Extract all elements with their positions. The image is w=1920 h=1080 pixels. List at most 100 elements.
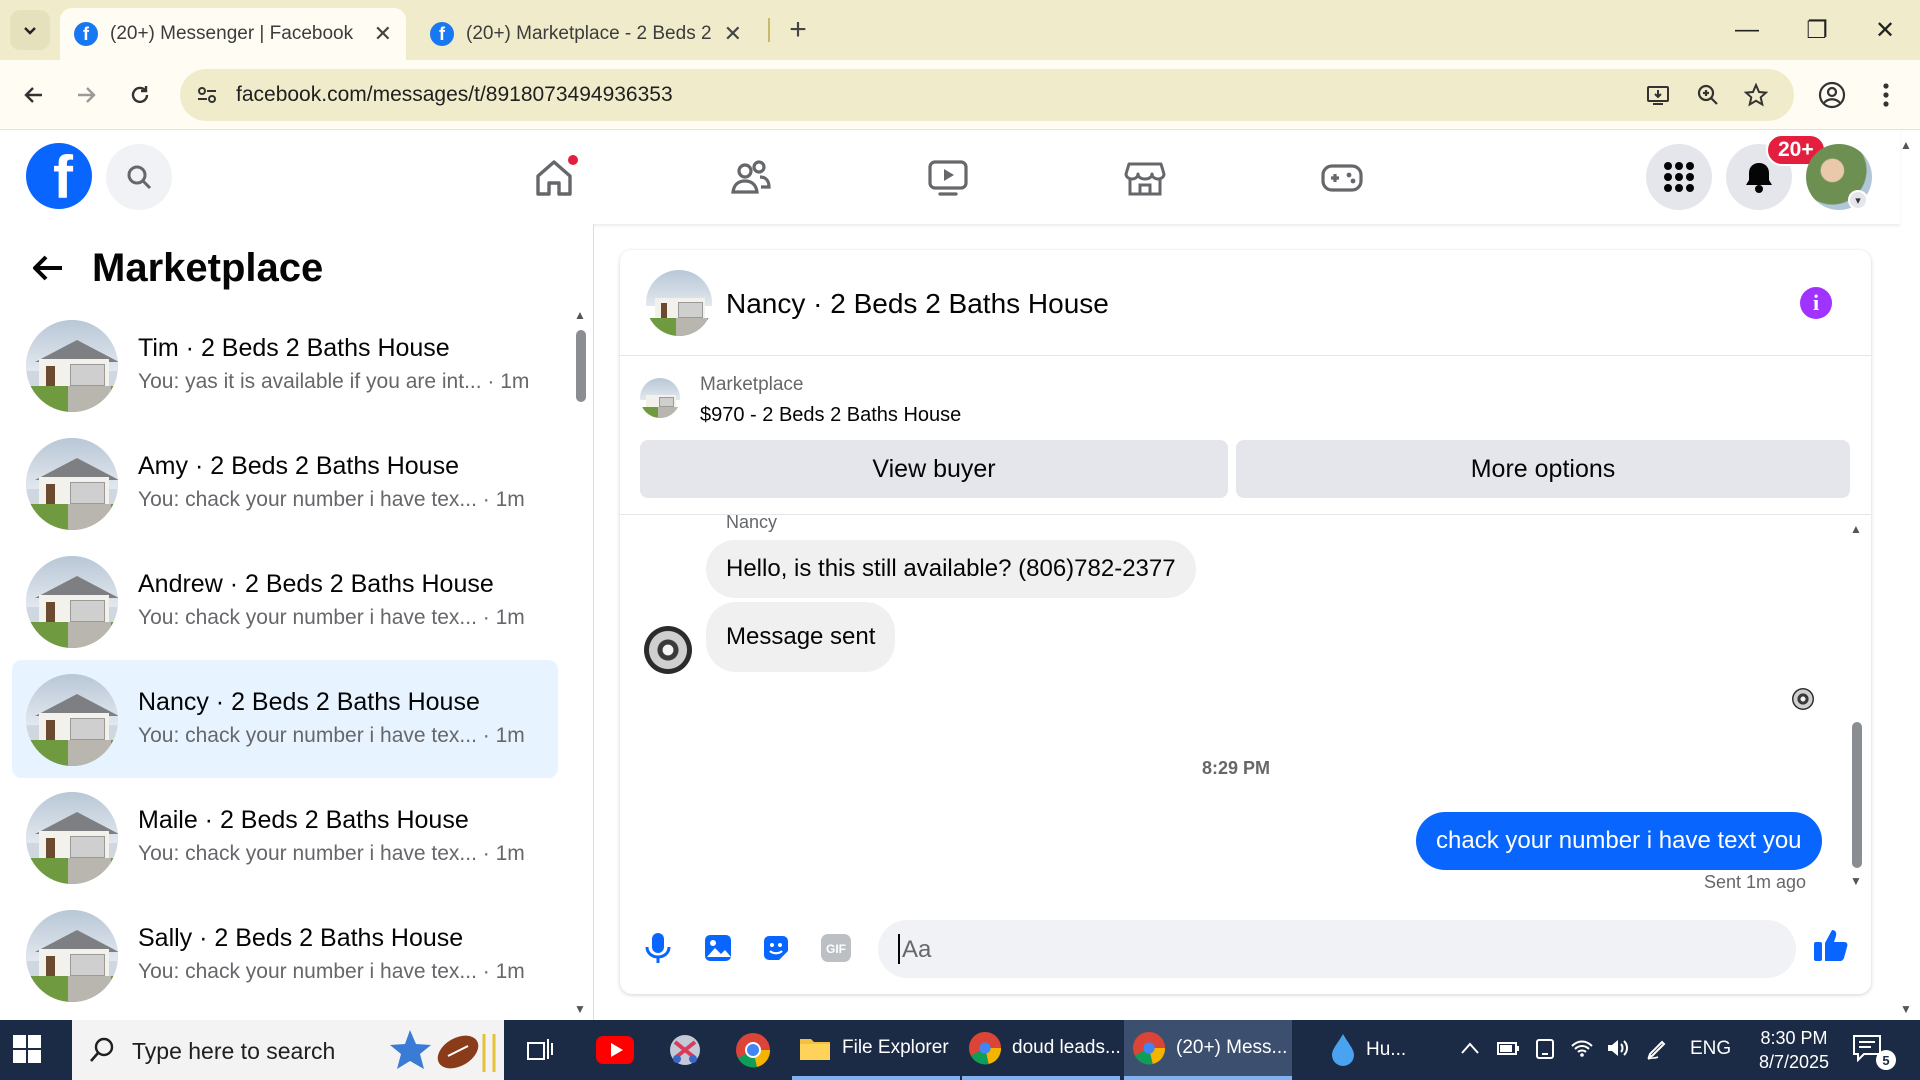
- sender-avatar[interactable]: [644, 626, 692, 674]
- incoming-message[interactable]: Message sent: [706, 602, 896, 672]
- new-tab-button[interactable]: +: [780, 12, 816, 48]
- outgoing-message[interactable]: chack your number i have text you: [1416, 812, 1822, 870]
- text-caret: [898, 934, 900, 964]
- conversation-item[interactable]: Andrew · 2 Beds 2 Baths House You: chack …: [12, 542, 558, 660]
- show-hidden-icons-chevron-up-icon[interactable]: [1460, 1038, 1480, 1061]
- language-indicator[interactable]: ENG: [1690, 1038, 1731, 1060]
- message-sender-name: Nancy: [726, 512, 778, 532]
- conversation-preview: You: chack your number i have tex... · 1…: [138, 842, 548, 866]
- taskbar-clock[interactable]: 8:30 PM 8/7/2025: [1748, 1026, 1840, 1074]
- nav-friends[interactable]: [725, 152, 777, 204]
- listing-thumbnail: [26, 792, 118, 884]
- incoming-message[interactable]: Hello, is this still available? (806)782…: [706, 540, 1196, 598]
- panel-title: Marketplace: [92, 246, 324, 290]
- sticker-button[interactable]: [754, 926, 798, 970]
- info-icon[interactable]: i: [1800, 287, 1832, 319]
- volume-icon[interactable]: [1606, 1038, 1630, 1064]
- taskbar-chrome[interactable]: [728, 1020, 778, 1080]
- scroll-down-arrow-icon[interactable]: ▼: [1850, 874, 1862, 888]
- url-text[interactable]: facebook.com/messages/t/8918073494936353: [236, 83, 673, 107]
- voice-clip-button[interactable]: [636, 926, 680, 970]
- taskbar-weather[interactable]: Hu...: [1330, 1020, 1430, 1080]
- taskbar-chrome-window[interactable]: doud leads...: [962, 1020, 1121, 1080]
- tab-messenger[interactable]: f (20+) Messenger | Facebook ✕: [60, 8, 406, 60]
- scrollbar-thumb[interactable]: [1852, 722, 1862, 868]
- tab-search-button[interactable]: [10, 10, 50, 50]
- scroll-down-arrow-icon[interactable]: ▼: [574, 1002, 586, 1016]
- send-like-button[interactable]: [1812, 926, 1850, 969]
- minimize-button[interactable]: —: [1724, 10, 1770, 50]
- conversation-item[interactable]: Maile · 2 Beds 2 Baths House You: chack y…: [12, 778, 558, 896]
- chrome-icon: [1132, 1031, 1166, 1065]
- listing-thumbnail: [26, 910, 118, 1002]
- view-buyer-button[interactable]: View buyer: [640, 440, 1228, 498]
- facebook-logo[interactable]: f: [26, 143, 92, 209]
- wifi-icon[interactable]: [1570, 1038, 1594, 1064]
- conversation-item[interactable]: Nancy · 2 Beds 2 Baths House You: chack y…: [12, 660, 558, 778]
- taskbar-chrome-messenger[interactable]: (20+) Mess...: [1124, 1020, 1292, 1080]
- youtube-icon: [596, 1036, 634, 1064]
- pen-icon[interactable]: [1646, 1038, 1668, 1066]
- tab-close-icon[interactable]: ✕: [724, 21, 742, 47]
- scrollbar-thumb[interactable]: [576, 330, 586, 402]
- page-scroll-down-arrow-icon[interactable]: ▼: [1900, 1002, 1912, 1016]
- site-settings-icon[interactable]: [194, 82, 220, 108]
- back-button[interactable]: [14, 75, 54, 115]
- nav-gaming[interactable]: [1316, 152, 1368, 204]
- more-options-button[interactable]: More options: [1236, 440, 1850, 498]
- scroll-up-arrow-icon[interactable]: ▲: [1850, 522, 1862, 536]
- scroll-up-arrow-icon[interactable]: ▲: [574, 308, 586, 322]
- listing-thumbnail-small[interactable]: [640, 378, 680, 418]
- task-view-icon: [527, 1039, 553, 1060]
- profile-icon[interactable]: [1812, 75, 1852, 115]
- reload-button[interactable]: [120, 75, 160, 115]
- menu-grid-button[interactable]: [1646, 144, 1712, 210]
- conversation-item[interactable]: Sally · 2 Beds 2 Baths House You: chack y…: [12, 896, 558, 1014]
- conversation-item[interactable]: Amy · 2 Beds 2 Baths House You: chack you…: [12, 424, 558, 542]
- conversation-item[interactable]: Tim · 2 Beds 2 Baths House You: yas it is…: [12, 306, 558, 424]
- tab-close-icon[interactable]: ✕: [374, 21, 392, 47]
- chevron-down-icon[interactable]: ▾: [1848, 190, 1868, 210]
- close-window-button[interactable]: ✕: [1862, 10, 1908, 50]
- listing-thumbnail[interactable]: [646, 270, 712, 336]
- page-scroll-up-arrow-icon[interactable]: ▲: [1900, 138, 1912, 152]
- divider: [620, 514, 1871, 515]
- battery-icon[interactable]: [1496, 1038, 1520, 1064]
- sticker-icon: [764, 936, 788, 960]
- gif-button[interactable]: GIF: [814, 926, 858, 970]
- tab-marketplace[interactable]: f (20+) Marketplace - 2 Beds 2 Ba ✕: [416, 8, 756, 60]
- chat-title[interactable]: Nancy · 2 Beds 2 Baths House: [726, 288, 1109, 320]
- restore-button[interactable]: ❐: [1794, 10, 1840, 50]
- preview-text: You: yas it is available if you are int.…: [138, 370, 482, 393]
- conversation-preview: You: chack your number i have tex... · 1…: [138, 488, 548, 512]
- address-bar[interactable]: facebook.com/messages/t/8918073494936353: [180, 69, 1794, 121]
- taskbar-youtube[interactable]: [590, 1020, 640, 1080]
- zoom-icon[interactable]: [1692, 79, 1724, 111]
- video-icon: [928, 160, 968, 196]
- clock-time: 8:30 PM: [1760, 1028, 1828, 1048]
- folder-icon: [800, 1039, 830, 1060]
- nav-marketplace[interactable]: [1119, 152, 1171, 204]
- install-app-icon[interactable]: [1642, 79, 1674, 111]
- attach-photo-button[interactable]: [696, 926, 740, 970]
- taskbar-file-explorer[interactable]: File Explorer: [792, 1020, 960, 1080]
- svg-text:GIF: GIF: [826, 942, 846, 956]
- chrome-menu-icon[interactable]: [1866, 75, 1906, 115]
- tab-separator: [768, 18, 770, 42]
- windows-taskbar: Type here to search File Explorer doud l…: [0, 1020, 1920, 1080]
- message-input[interactable]: Aa: [878, 920, 1796, 978]
- conversation-name: Maile · 2 Beds 2 Baths House: [138, 806, 469, 834]
- back-arrow-icon[interactable]: [30, 250, 66, 296]
- device-icon[interactable]: [1534, 1038, 1556, 1066]
- listing-price-title[interactable]: $970 - 2 Beds 2 Baths House: [700, 404, 961, 427]
- windows-start-button[interactable]: [12, 1034, 44, 1066]
- task-view-button[interactable]: [520, 1020, 560, 1080]
- taskbar-search-box[interactable]: Type here to search: [72, 1020, 504, 1080]
- facebook-search-button[interactable]: [106, 144, 172, 210]
- nav-video[interactable]: [922, 152, 974, 204]
- bookmark-star-icon[interactable]: [1740, 79, 1772, 111]
- search-icon: [88, 1036, 116, 1069]
- preview-time: · 1m: [482, 960, 525, 983]
- taskbar-app-pinned[interactable]: [660, 1020, 710, 1080]
- forward-button[interactable]: [66, 75, 106, 115]
